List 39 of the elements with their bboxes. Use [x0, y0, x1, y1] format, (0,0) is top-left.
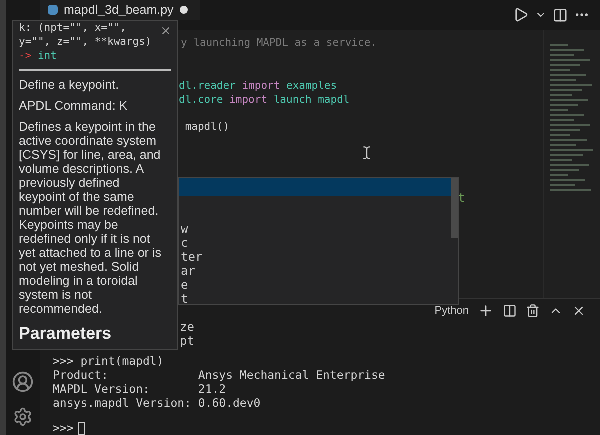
run-icon[interactable] [513, 7, 529, 23]
terminal-shell-label[interactable]: Python [434, 305, 469, 317]
suggestion-item[interactable]: ar [179, 264, 451, 278]
delete-icon[interactable] [526, 304, 540, 318]
doc-paragraph: APDL Command: K [19, 99, 129, 113]
doc-paragraph: Defines a keypoint in the active coordinate system [CSYS] for line, area, and volume descriptions. A previously defined keypoint of the same number will be redefined. Keypoints may be redefined only if it is not yet attached to a line or is not yet meshed. Solid modeling in a toroidal system is not recommended. [19, 120, 162, 316]
doc-heading: Parameters [19, 324, 113, 344]
suggestion-item[interactable]: t [179, 292, 451, 306]
settings-icon[interactable] [13, 407, 33, 427]
editor-tab[interactable]: mapdl_3d_beam.py [40, 0, 200, 20]
suggestion-item[interactable]: w [179, 222, 451, 236]
new-terminal-icon[interactable] [478, 303, 494, 319]
suggestion-item[interactable]: e [179, 278, 451, 292]
close-icon[interactable] [160, 25, 172, 37]
code-comment: y launching MAPDL as a service. [181, 37, 377, 49]
suggestion-item[interactable]: c [179, 236, 451, 250]
code-line: _mapdl() [179, 121, 230, 133]
terminal-prompt: >>> [53, 421, 74, 435]
suggestion-menu[interactable]: w c ter ar e t [178, 177, 459, 305]
python-file-icon [48, 5, 58, 15]
terminal-line: ansys.mapdl Version: 0.60.dev0 [53, 396, 262, 410]
code-line: dl.core import launch_mapdl [179, 94, 350, 106]
terminal-cursor [78, 422, 85, 434]
suggestion-item[interactable]: ter [179, 250, 451, 264]
code-fragment: t [458, 191, 466, 205]
unsaved-dot-icon [180, 6, 188, 14]
split-editor-icon[interactable] [553, 8, 568, 22]
terminal-line: MAPDL Version: 21.2 [53, 382, 228, 396]
suggestion-item[interactable]: pt [180, 334, 194, 348]
function-signature: k: (npt="", x="", y="", z="", **kwargs) -> int [19, 21, 171, 71]
split-terminal-icon[interactable] [503, 304, 517, 318]
terminal-line: >>> print(mapdl) [53, 354, 165, 368]
suggestion-item[interactable]: ze [180, 320, 194, 334]
terminal-line: Product: Ansys Mechanical Enterprise [53, 368, 386, 382]
close-icon[interactable] [572, 304, 586, 318]
code-line: dl.reader import examples [179, 80, 338, 92]
doc-paragraph: Define a keypoint. [19, 78, 120, 92]
scrollbar[interactable] [451, 178, 458, 238]
account-icon[interactable] [12, 371, 34, 393]
